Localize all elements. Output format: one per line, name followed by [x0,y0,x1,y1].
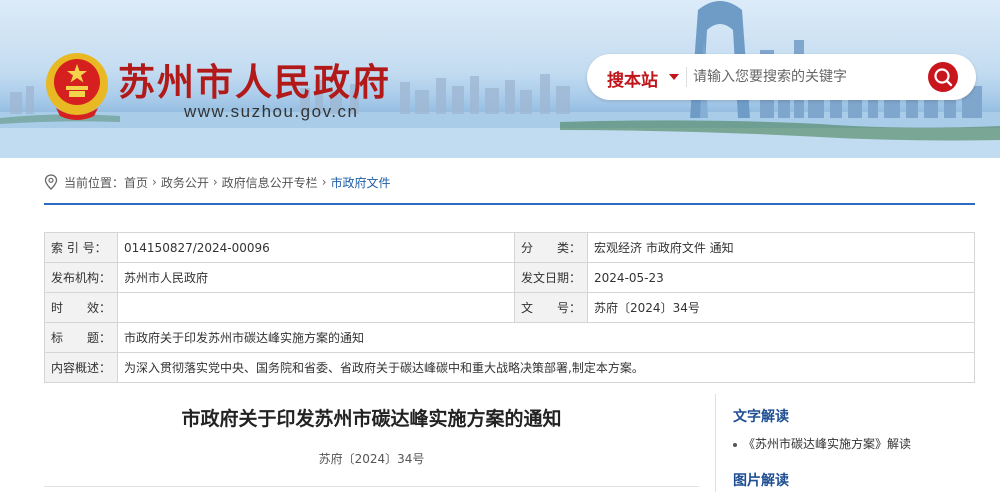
issue-date-label: 发文日期： [514,262,589,293]
search-scope-dropdown[interactable]: 搜本站 [607,66,658,91]
breadcrumb-home[interactable]: 首页 [124,174,148,191]
publisher-value: 苏州市人民政府 [117,262,516,293]
category-label: 分 类： [514,232,589,263]
breadcrumb-divider [44,203,975,205]
table-row: 索 引 号： 014150827/2024-00096 分 类： 宏观经济 市政… [43,232,975,263]
breadcrumb: 当前位置： 首页 › 政务公开 › 政府信息公开专栏 › 市政府文件 [44,172,391,192]
publisher-label: 发布机构： [43,262,119,293]
search-button[interactable] [928,62,958,92]
search-box: 搜本站 [587,54,976,100]
breadcrumb-info-column[interactable]: 政府信息公开专栏 [222,174,318,191]
sidebar-divider [715,394,716,492]
issue-date-value: 2024-05-23 [587,262,975,293]
article-title: 市政府关于印发苏州市碳达峰实施方案的通知 [181,408,562,430]
table-row: 标 题： 市政府关于印发苏州市碳达峰实施方案的通知 [43,322,975,353]
title-label: 标 题： [43,322,119,353]
interpretation-link[interactable]: 《苏州市碳达峰实施方案》解读 [733,435,911,452]
article-divider [44,486,699,487]
table-row: 时 效： 文 号： 苏府〔2024〕34号 [43,292,975,323]
index-number-label: 索 引 号： [43,232,119,263]
category-value: 宏观经济 市政府文件 通知 [587,232,975,263]
search-icon [934,68,953,87]
breadcrumb-gov-affairs[interactable]: 政务公开 [161,174,209,191]
site-title[interactable]: 苏州市人民政府 [118,52,391,106]
validity-label: 时 效： [43,292,119,323]
image-interpretation-heading: 图片解读 [733,473,789,489]
breadcrumb-separator: › [212,175,218,189]
validity-value [117,292,516,323]
breadcrumb-current[interactable]: 市政府文件 [331,174,391,191]
text-interpretation-heading: 文字解读 [733,409,789,425]
summary-label: 内容概述： [43,352,119,383]
bullet-icon [733,442,737,447]
article-doc-number: 苏府〔2024〕34号 [318,452,425,466]
index-number-value: 014150827/2024-00096 [117,232,516,263]
breadcrumb-prefix: 当前位置： [64,175,125,190]
caret-down-icon[interactable] [669,74,679,80]
search-input[interactable] [693,64,918,90]
search-divider [686,67,687,87]
summary-value: 为深入贯彻落实党中央、国务院和省委、省政府关于碳达峰碳中和重大战略决策部署,制定… [117,352,975,383]
table-row: 发布机构： 苏州市人民政府 发文日期： 2024-05-23 [43,262,975,293]
doc-number-value: 苏府〔2024〕34号 [587,292,975,323]
site-url: www.suzhou.gov.cn [184,102,359,121]
breadcrumb-separator: › [321,175,327,189]
title-value: 市政府关于印发苏州市碳达峰实施方案的通知 [117,322,975,353]
national-emblem-icon [46,53,108,120]
table-row: 内容概述： 为深入贯彻落实党中央、国务院和省委、省政府关于碳达峰碳中和重大战略决… [43,352,975,383]
header-banner: 苏州市人民政府 www.suzhou.gov.cn 搜本站 [0,0,1000,158]
document-info-table: 索 引 号： 014150827/2024-00096 分 类： 宏观经济 市政… [43,232,975,383]
interpretation-link-label[interactable]: 《苏州市碳达峰实施方案》解读 [743,437,911,451]
doc-number-label: 文 号： [514,292,589,323]
location-pin-icon [44,174,58,190]
breadcrumb-separator: › [152,175,157,189]
